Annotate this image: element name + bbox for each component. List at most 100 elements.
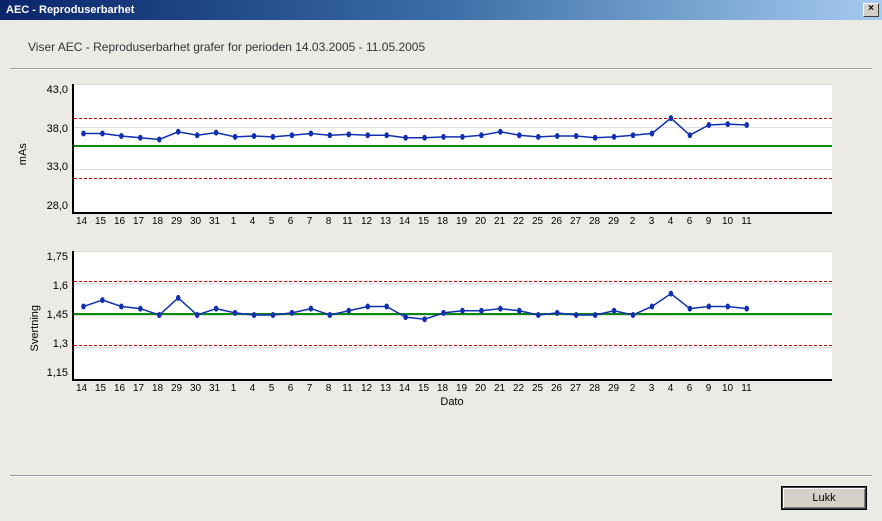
xtick: 5 [262, 383, 281, 394]
xtick: 17 [129, 383, 148, 394]
chart-mas: mAs 43,038,033,028,0 1415161718293031145… [20, 84, 832, 227]
xtick: 14 [395, 383, 414, 394]
xtick: 16 [110, 216, 129, 227]
xtick: 4 [243, 383, 262, 394]
divider-top [10, 68, 872, 70]
xtick: 17 [129, 216, 148, 227]
chart-mas-ylabel: mAs [17, 143, 29, 165]
xtick: 6 [680, 216, 699, 227]
divider-bottom [10, 475, 872, 477]
xtick: 16 [110, 383, 129, 394]
xtick: 25 [528, 216, 547, 227]
xtick: 14 [72, 216, 91, 227]
xtick: 11 [737, 216, 756, 227]
chart-svertning: Svertning 1,751,61,451,31,15 14151617182… [20, 251, 832, 408]
xtick: 2 [623, 383, 642, 394]
xtick: 4 [243, 216, 262, 227]
xtick: 4 [661, 216, 680, 227]
chart-svertning-ylabel: Svertning [29, 304, 41, 350]
xtick: 15 [414, 383, 433, 394]
xtick: 30 [186, 216, 205, 227]
chart-mas-plot [72, 84, 832, 214]
xtick: 15 [91, 383, 110, 394]
chart-xlabel: Dato [72, 396, 832, 408]
xtick: 29 [604, 216, 623, 227]
title-bar: AEC - Reproduserbarhet × [0, 0, 882, 20]
xtick: 26 [547, 383, 566, 394]
xtick: 21 [490, 383, 509, 394]
xtick: 25 [528, 383, 547, 394]
xtick: 3 [642, 216, 661, 227]
xtick: 7 [300, 383, 319, 394]
ytick: 1,45 [47, 309, 68, 321]
xtick: 29 [604, 383, 623, 394]
xtick: 18 [148, 216, 167, 227]
xtick: 18 [433, 216, 452, 227]
xtick: 31 [205, 383, 224, 394]
content-area: Viser AEC - Reproduserbarhet grafer for … [0, 20, 882, 408]
chart-svertning-plot [72, 251, 832, 381]
xtick: 10 [718, 383, 737, 394]
chart-mas-yticks: 43,0 38,0 33,0 28,0 [42, 84, 72, 212]
xtick: 21 [490, 216, 509, 227]
xtick: 6 [680, 383, 699, 394]
xtick: 10 [718, 216, 737, 227]
ytick: 43,0 [47, 84, 68, 96]
xtick: 27 [566, 216, 585, 227]
ytick: 1,15 [47, 367, 68, 379]
xtick: 26 [547, 216, 566, 227]
xtick: 22 [509, 216, 528, 227]
charts: mAs 43,038,033,028,0 1415161718293031145… [20, 84, 832, 408]
xtick: 29 [167, 216, 186, 227]
xtick: 5 [262, 216, 281, 227]
xtick: 30 [186, 383, 205, 394]
close-icon[interactable]: × [863, 3, 879, 17]
xtick: 9 [699, 383, 718, 394]
ytick: 1,6 [53, 280, 68, 292]
xtick: 11 [338, 216, 357, 227]
chart-mas-xticks: 1415161718293031145678111213141518192021… [72, 216, 756, 227]
xtick: 6 [281, 216, 300, 227]
xtick: 14 [72, 383, 91, 394]
ytick: 38,0 [47, 123, 68, 135]
xtick: 19 [452, 216, 471, 227]
xtick: 3 [642, 383, 661, 394]
xtick: 8 [319, 383, 338, 394]
xtick: 27 [566, 383, 585, 394]
ytick: 28,0 [47, 200, 68, 212]
xtick: 15 [414, 216, 433, 227]
page-subtitle: Viser AEC - Reproduserbarhet grafer for … [28, 40, 872, 54]
xtick: 28 [585, 383, 604, 394]
xtick: 31 [205, 216, 224, 227]
xtick: 11 [338, 383, 357, 394]
chart-svertning-xticks: 1415161718293031145678111213141518192021… [72, 383, 756, 394]
xtick: 22 [509, 383, 528, 394]
xtick: 14 [395, 216, 414, 227]
xtick: 11 [737, 383, 756, 394]
ytick: 1,75 [47, 251, 68, 263]
xtick: 20 [471, 383, 490, 394]
xtick: 6 [281, 383, 300, 394]
xtick: 20 [471, 216, 490, 227]
xtick: 18 [433, 383, 452, 394]
close-button[interactable]: Lukk [782, 487, 866, 509]
xtick: 15 [91, 216, 110, 227]
xtick: 19 [452, 383, 471, 394]
xtick: 4 [661, 383, 680, 394]
footer: Lukk [10, 475, 872, 509]
xtick: 29 [167, 383, 186, 394]
xtick: 12 [357, 383, 376, 394]
xtick: 28 [585, 216, 604, 227]
ytick: 1,3 [53, 338, 68, 350]
xtick: 2 [623, 216, 642, 227]
ytick: 33,0 [47, 161, 68, 173]
xtick: 13 [376, 216, 395, 227]
xtick: 1 [224, 383, 243, 394]
chart-svertning-yticks: 1,75 1,6 1,45 1,3 1,15 [42, 251, 72, 379]
xtick: 12 [357, 216, 376, 227]
xtick: 18 [148, 383, 167, 394]
xtick: 13 [376, 383, 395, 394]
xtick: 8 [319, 216, 338, 227]
xtick: 9 [699, 216, 718, 227]
window-title: AEC - Reproduserbarhet [6, 4, 134, 16]
